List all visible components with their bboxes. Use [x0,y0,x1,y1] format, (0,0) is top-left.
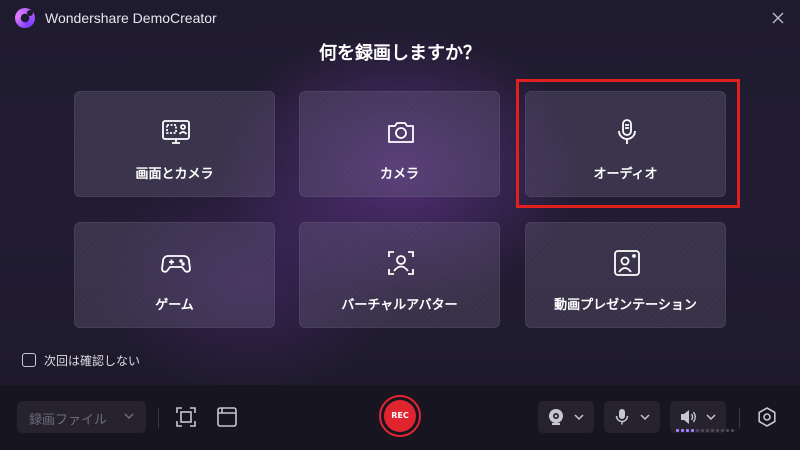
region-capture-button[interactable] [174,405,198,429]
app-title: Wondershare DemoCreator [45,10,217,26]
screen-camera-icon [162,120,190,144]
settings-icon [758,407,776,427]
window-capture-icon [217,407,237,427]
divider [739,408,740,428]
level-segment [701,429,704,432]
level-segment [706,429,709,432]
microphone-icon [615,409,629,425]
chevron-down-icon [640,414,650,421]
close-button[interactable] [768,8,788,28]
option-video-presentation[interactable]: 動画プレゼンテーション [525,222,726,328]
record-button[interactable]: REC [379,395,421,437]
microphone-toggle[interactable] [604,401,660,433]
dont-ask-checkbox[interactable] [22,353,36,367]
level-segment [721,429,724,432]
title-bar: Wondershare DemoCreator [0,0,800,36]
webcam-toggle[interactable] [538,401,594,433]
option-label: バーチャルアバター [341,298,458,313]
region-capture-icon [176,407,196,427]
level-segment [716,429,719,432]
option-label: ゲーム [155,298,194,313]
level-segment [696,429,699,432]
option-label: カメラ [379,167,419,182]
dont-ask-label: 次回は確認しない [44,354,141,368]
level-segment [681,429,684,432]
option-game[interactable]: ゲーム [74,222,275,328]
virtual-avatar-icon [388,251,414,275]
close-icon [772,12,784,24]
level-segment [686,429,689,432]
chevron-down-icon [574,414,584,421]
option-virtual-avatar[interactable]: バーチャルアバター [299,222,500,328]
speaker-icon [681,410,696,424]
record-mode-select[interactable]: 録画ファイル [17,401,146,433]
webcam-icon [549,409,563,425]
option-label: 画面とカメラ [135,167,214,182]
level-segment [711,429,714,432]
selection-highlight [516,79,740,208]
level-segment [726,429,729,432]
record-mode-value: 録画ファイル [29,413,108,428]
option-screen-and-camera[interactable]: 画面とカメラ [74,91,275,197]
app-window: Wondershare DemoCreator 何を録画しますか？ 画面とカメラ… [0,0,800,450]
bottom-toolbar: 録画ファイル REC [0,385,800,450]
page-title: 何を録画しますか？ [319,43,481,64]
presentation-icon [614,250,640,276]
record-label: REC [384,400,416,432]
option-camera[interactable]: カメラ [299,91,500,197]
chevron-down-icon [124,413,134,420]
audio-level-meter [676,429,734,432]
camera-icon [388,122,414,143]
level-segment [691,429,694,432]
democreator-logo-icon [15,8,35,28]
chevron-down-icon [706,414,716,421]
settings-button[interactable] [755,405,779,429]
level-segment [731,429,734,432]
level-segment [676,429,679,432]
gamepad-icon [161,255,191,273]
window-capture-button[interactable] [215,405,239,429]
divider [158,408,159,428]
option-label: 動画プレゼンテーション [554,298,697,313]
